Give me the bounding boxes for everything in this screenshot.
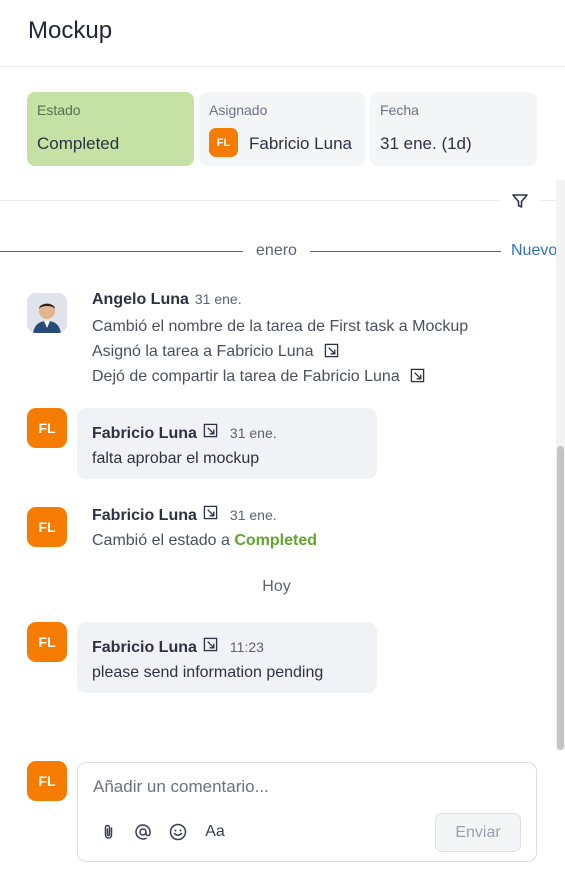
assignee-field[interactable]: Asignado FL Fabricio Luna: [199, 92, 365, 166]
date-label: Fecha: [380, 102, 419, 118]
activity-line: Dejó de compartir la tarea de Fabricio L…: [92, 368, 425, 386]
comment-author[interactable]: Angelo Luna: [92, 291, 189, 309]
assignee-avatar: FL: [209, 128, 238, 157]
scrollbar-thumb[interactable]: [557, 446, 564, 750]
comment-text: falta aprobar el mockup: [92, 450, 260, 467]
activity-line: Cambió el nombre de la tarea de First ta…: [92, 318, 469, 335]
comment-header: Fabricio Luna 11:23: [92, 637, 264, 657]
activity-line: Cambió el estado a Completed: [92, 532, 317, 550]
new-items-label[interactable]: Nuevo: [511, 242, 557, 260]
comment-bubble: [77, 622, 377, 693]
text-format-button[interactable]: Aa: [203, 822, 227, 842]
date-field[interactable]: Fecha 31 ene. (1d): [370, 92, 537, 166]
external-link-icon[interactable]: [203, 423, 218, 438]
assignee-value: Fabricio Luna: [249, 134, 353, 153]
comment-bubble: [77, 408, 377, 479]
external-link-icon[interactable]: [324, 343, 339, 358]
month-label: enero: [256, 242, 297, 259]
avatar-fabricio-luna: FL: [27, 408, 67, 448]
status-completed-text: Completed: [234, 532, 317, 549]
comment-composer[interactable]: Añadir un comentario... Aa Enviar: [77, 762, 537, 862]
avatar-fabricio-luna: FL: [27, 622, 67, 662]
month-separator-line: [0, 251, 243, 252]
comment-author[interactable]: Fabricio Luna: [92, 639, 197, 657]
status-field[interactable]: Estado Completed: [27, 92, 194, 166]
comment-input[interactable]: Añadir un comentario...: [93, 777, 269, 797]
attachment-icon[interactable]: [99, 822, 119, 842]
filter-icon[interactable]: [510, 191, 530, 211]
task-title[interactable]: Mockup: [28, 17, 112, 45]
activity-line-text: Asignó la tarea a Fabricio Luna: [92, 343, 314, 360]
section-divider: [0, 200, 500, 201]
month-separator-line-right: [310, 251, 501, 252]
comment-time: 31 ene.: [194, 291, 242, 307]
activity-line-text: Dejó de compartir la tarea de Fabricio L…: [92, 368, 400, 385]
external-link-icon[interactable]: [410, 368, 425, 383]
user-photo-icon: [27, 293, 67, 333]
avatar-fabricio-luna: FL: [27, 507, 67, 547]
status-label: Estado: [37, 102, 81, 118]
day-separator: Hoy: [262, 578, 291, 595]
external-link-icon[interactable]: [203, 637, 218, 652]
comment-author[interactable]: Fabricio Luna: [92, 507, 197, 525]
comment-author[interactable]: Fabricio Luna: [92, 425, 197, 443]
comment-time: 31 ene.: [229, 507, 277, 523]
comment-header: Fabricio Luna 31 ene.: [92, 423, 277, 443]
date-value: 31 ene. (1d): [380, 134, 472, 153]
activity-header: Angelo Luna 31 ene.: [92, 291, 242, 309]
status-value: Completed: [37, 134, 120, 153]
comment-time: 31 ene.: [229, 425, 277, 441]
status-change-text: Cambió el estado a: [92, 532, 230, 549]
external-link-icon[interactable]: [203, 505, 218, 520]
assignee-label: Asignado: [209, 102, 268, 118]
mention-icon[interactable]: [133, 822, 153, 842]
activity-line: Asignó la tarea a Fabricio Luna: [92, 343, 339, 361]
activity-header: Fabricio Luna 31 ene.: [92, 505, 277, 525]
current-user-avatar: FL: [27, 761, 67, 801]
panel-header: Mockup: [0, 0, 565, 67]
emoji-icon[interactable]: [168, 822, 188, 842]
comment-time: 11:23: [229, 639, 264, 655]
comment-text: please send information pending: [92, 664, 324, 681]
task-detail-panel: Mockup Estado Completed Asignado FL Fabr…: [0, 0, 565, 887]
avatar-angelo-luna: [27, 293, 67, 333]
send-button[interactable]: Enviar: [435, 813, 521, 852]
